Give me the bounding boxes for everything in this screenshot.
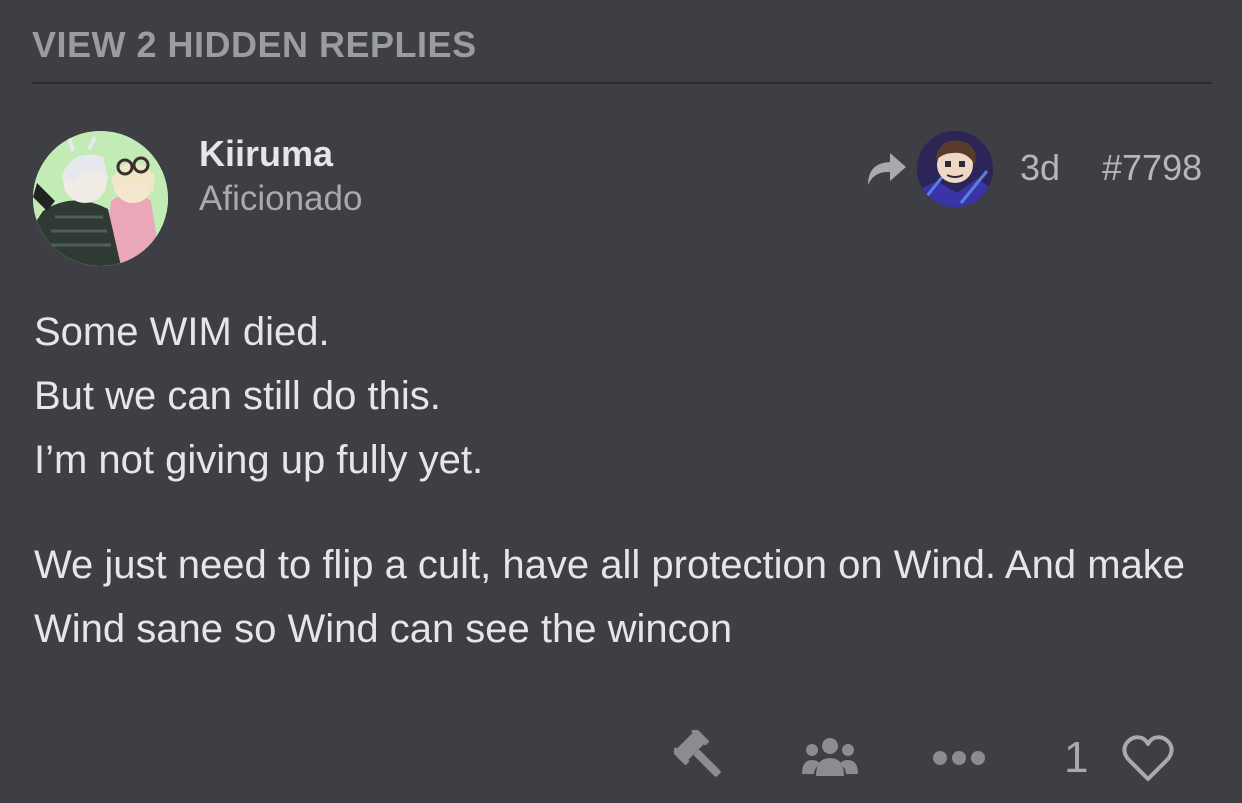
users-icon[interactable] bbox=[802, 736, 858, 783]
post-page: VIEW 2 HIDDEN REPLIES Kiiruma Aficionado bbox=[0, 0, 1242, 803]
post-line: But we can still do this. bbox=[34, 374, 441, 418]
gavel-icon[interactable] bbox=[671, 727, 728, 789]
post-age[interactable]: 3d bbox=[1020, 147, 1060, 189]
username[interactable]: Kiiruma bbox=[199, 133, 333, 175]
heart-icon[interactable] bbox=[1120, 733, 1176, 788]
post-body: Some WIM died. But we can still do this.… bbox=[34, 300, 1224, 661]
ellipsis-icon[interactable] bbox=[932, 748, 986, 773]
post-line: We just need to flip a cult, have all pr… bbox=[34, 543, 1186, 651]
post-paragraph: Some WIM died. But we can still do this.… bbox=[34, 300, 1224, 492]
user-avatar[interactable] bbox=[33, 131, 168, 266]
post-number[interactable]: #7798 bbox=[1102, 147, 1202, 189]
view-hidden-replies-link[interactable]: VIEW 2 HIDDEN REPLIES bbox=[32, 24, 477, 66]
reply-to-avatar[interactable] bbox=[917, 131, 993, 207]
reply-arrow-icon[interactable] bbox=[864, 149, 908, 189]
like-count: 1 bbox=[1064, 733, 1089, 782]
post-paragraph: We just need to flip a cult, have all pr… bbox=[34, 533, 1224, 661]
post-line: Some WIM died. bbox=[34, 310, 330, 354]
divider bbox=[32, 82, 1212, 84]
user-title: Aficionado bbox=[199, 179, 363, 218]
post-line: I’m not giving up fully yet. bbox=[34, 438, 484, 482]
